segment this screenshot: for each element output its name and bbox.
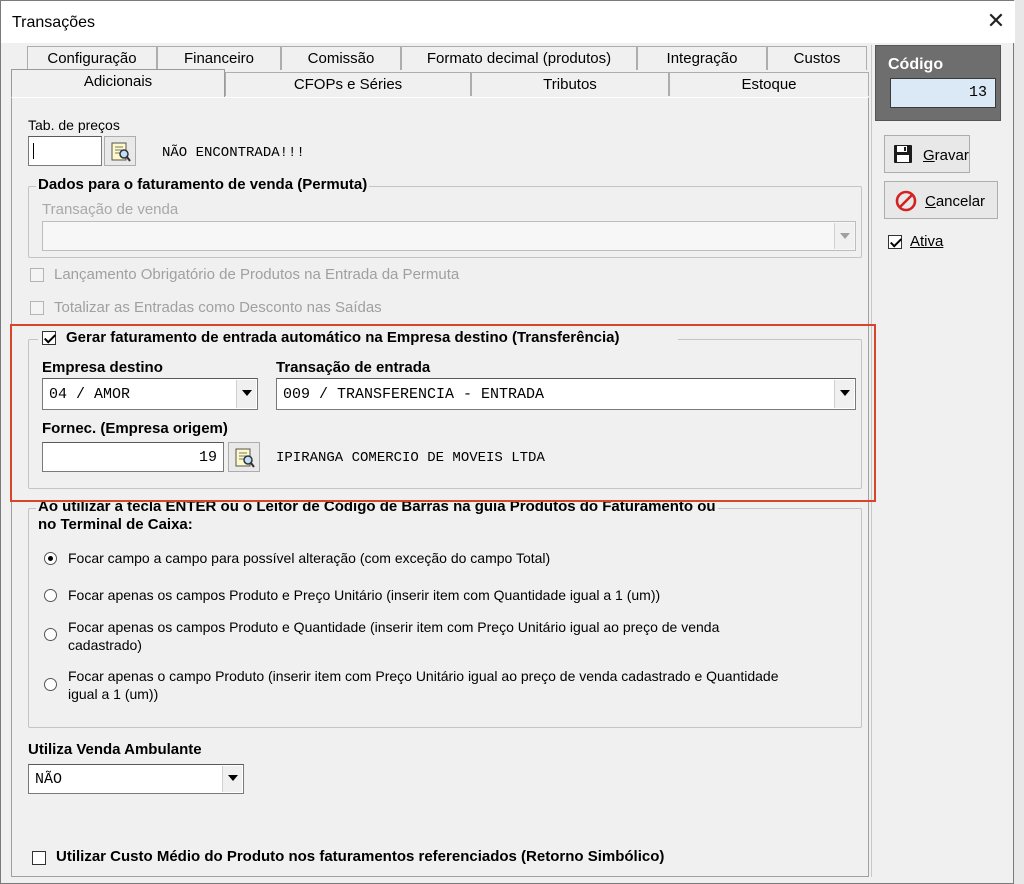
chevron-down-icon[interactable] xyxy=(834,380,854,408)
enter-option-3-label-line1: Focar apenas os campos Produto e Quantid… xyxy=(68,619,720,635)
floppy-disk-icon xyxy=(893,144,913,168)
tab-configuracao[interactable]: Configuração xyxy=(27,46,157,70)
enter-option-1-label: Focar campo a campo para possível altera… xyxy=(68,550,551,566)
tab-formato-decimal[interactable]: Formato decimal (produtos) xyxy=(401,46,637,70)
empresa-destino-select[interactable]: 04 / AMOR xyxy=(42,378,258,410)
transacao-venda-select xyxy=(42,221,856,251)
venda-ambulante-value: NÃO xyxy=(35,771,63,788)
gerar-faturamento-label: Gerar faturamento de entrada automático … xyxy=(66,329,620,346)
empresa-destino-value: 04 / AMOR xyxy=(49,386,131,403)
totalizar-checkbox xyxy=(30,301,44,315)
fornec-input[interactable]: 19 xyxy=(42,442,224,472)
chevron-down-icon xyxy=(834,223,854,249)
tab-tributos[interactable]: Tributos xyxy=(471,72,669,96)
tab-precos-input[interactable] xyxy=(28,136,102,166)
venda-ambulante-label: Utiliza Venda Ambulante xyxy=(28,741,202,758)
lancamento-label: Lançamento Obrigatório de Produtos na En… xyxy=(54,266,460,283)
enter-group-label-line1: Ao utilizar a tecla ENTER ou o Leitor de… xyxy=(36,498,718,516)
tab-estoque[interactable]: Estoque xyxy=(669,72,869,96)
cancel-button-label: Cancelar xyxy=(925,193,986,210)
enter-option-2-label: Focar apenas os campos Produto e Preço U… xyxy=(68,587,661,603)
custo-medio-label: Utilizar Custo Médio do Produto nos fatu… xyxy=(56,848,665,865)
title-bar: Transações ✕ xyxy=(1,1,1015,43)
tab-integracao[interactable]: Integração xyxy=(637,46,767,70)
tab-comissao[interactable]: Comissão xyxy=(281,46,401,70)
side-panel: Código 13 Gravar Cancelar Ativa xyxy=(871,45,1003,877)
lancamento-checkbox xyxy=(30,268,44,282)
chevron-down-icon[interactable] xyxy=(236,380,256,408)
codigo-field[interactable]: 13 xyxy=(890,78,996,108)
transacoes-dialog: Transações ✕ Configuração Financeiro Com… xyxy=(0,0,1015,884)
chevron-down-icon[interactable] xyxy=(222,766,242,792)
tab-custos[interactable]: Custos xyxy=(767,46,867,70)
no-entry-icon xyxy=(895,190,917,216)
text-cursor xyxy=(33,143,34,159)
enter-option-radio-1[interactable] xyxy=(44,552,57,565)
tab-precos-lookup-button[interactable] xyxy=(104,136,136,166)
window-title: Transações xyxy=(12,14,95,31)
tab-cfops-series[interactable]: CFOPs e Séries xyxy=(225,72,471,96)
venda-ambulante-select[interactable]: NÃO xyxy=(28,764,244,794)
cancel-button[interactable]: Cancelar xyxy=(884,181,998,219)
enter-option-3-label-line2: cadastrado) xyxy=(68,637,142,653)
fornec-value: 19 xyxy=(198,449,217,466)
fornec-lookup-button[interactable] xyxy=(228,442,260,472)
fornec-name: IPIRANGA COMERCIO DE MOVEIS LTDA xyxy=(276,450,545,466)
close-icon[interactable]: ✕ xyxy=(985,10,1007,33)
enter-option-4-label-line1: Focar apenas o campo Produto (inserir it… xyxy=(68,668,779,684)
ativa-checkbox[interactable] xyxy=(888,235,902,249)
ativa-label: Ativa xyxy=(910,233,944,250)
codigo-label: Código xyxy=(888,56,944,73)
save-button-label: Gravar xyxy=(923,147,969,164)
adicionais-panel: Tab. de preços NÃO ENCONTRADA!!! Dados p… xyxy=(11,97,869,877)
codigo-panel: Código 13 xyxy=(875,45,1001,121)
enter-option-radio-4[interactable] xyxy=(44,678,57,691)
tab-adicionais[interactable]: Adicionais xyxy=(11,69,225,97)
tab-precos-label: Tab. de preços xyxy=(28,117,120,133)
totalizar-label: Totalizar as Entradas como Desconto nas … xyxy=(54,299,382,316)
save-button[interactable]: Gravar xyxy=(884,135,970,173)
enter-option-radio-3[interactable] xyxy=(44,628,57,641)
custo-medio-checkbox[interactable] xyxy=(32,851,46,865)
permuta-group-label: Dados para o faturamento de venda (Permu… xyxy=(36,176,370,193)
transacao-entrada-select[interactable]: 009 / TRANSFERENCIA - ENTRADA xyxy=(276,378,856,410)
transacao-entrada-value: 009 / TRANSFERENCIA - ENTRADA xyxy=(283,386,545,403)
transacao-venda-label: Transação de venda xyxy=(42,201,179,218)
enter-option-4-label-line2: igual a 1 (um)) xyxy=(68,686,159,702)
fornec-label: Fornec. (Empresa origem) xyxy=(42,420,228,437)
enter-group-label-line2: no Terminal de Caixa: xyxy=(36,516,195,534)
tab-precos-status: NÃO ENCONTRADA!!! xyxy=(162,145,305,161)
transacao-entrada-label: Transação de entrada xyxy=(276,359,431,376)
empresa-destino-label: Empresa destino xyxy=(42,359,163,376)
gerar-faturamento-checkbox[interactable] xyxy=(42,331,56,345)
tab-financeiro[interactable]: Financeiro xyxy=(157,46,281,70)
enter-option-radio-2[interactable] xyxy=(44,589,57,602)
